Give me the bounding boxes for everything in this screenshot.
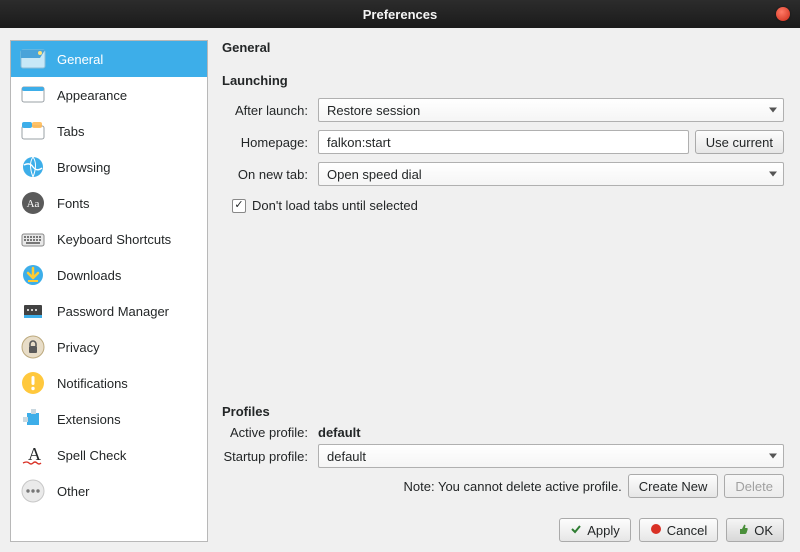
new-tab-value: Open speed dial bbox=[327, 167, 422, 182]
page-title: General bbox=[222, 40, 784, 55]
sidebar-item-fonts[interactable]: Aa Fonts bbox=[11, 185, 207, 221]
chevron-down-icon bbox=[769, 454, 777, 459]
svg-text:A: A bbox=[28, 444, 41, 464]
sidebar-item-privacy[interactable]: Privacy bbox=[11, 329, 207, 365]
svg-text:Aa: Aa bbox=[27, 198, 40, 210]
startup-profile-select[interactable]: default bbox=[318, 444, 784, 468]
stop-icon bbox=[650, 523, 662, 538]
sidebar-item-general[interactable]: General bbox=[11, 41, 207, 77]
after-launch-label: After launch: bbox=[222, 103, 318, 118]
fonts-icon: Aa bbox=[19, 189, 47, 217]
content: General Appearance Tabs Browsing Aa Font… bbox=[0, 28, 800, 552]
globe-icon bbox=[19, 153, 47, 181]
cancel-button[interactable]: Cancel bbox=[639, 518, 718, 542]
sidebar-item-downloads[interactable]: Downloads bbox=[11, 257, 207, 293]
sidebar-item-label: Extensions bbox=[57, 412, 121, 427]
downloads-icon bbox=[19, 261, 47, 289]
notifications-icon bbox=[19, 369, 47, 397]
privacy-icon bbox=[19, 333, 47, 361]
chevron-down-icon bbox=[769, 172, 777, 177]
sidebar-item-spellcheck[interactable]: A Spell Check bbox=[11, 437, 207, 473]
close-icon[interactable] bbox=[776, 7, 790, 21]
profiles-title: Profiles bbox=[222, 404, 784, 419]
lazy-tabs-checkbox[interactable]: ✓ bbox=[232, 199, 246, 213]
sidebar-item-label: Tabs bbox=[57, 124, 84, 139]
sidebar-item-extensions[interactable]: Extensions bbox=[11, 401, 207, 437]
thumbs-up-icon bbox=[737, 523, 749, 538]
create-new-button[interactable]: Create New bbox=[628, 474, 719, 498]
sidebar-item-label: Other bbox=[57, 484, 90, 499]
sidebar-item-label: Browsing bbox=[57, 160, 110, 175]
tabs-icon bbox=[19, 117, 47, 145]
startup-profile-value: default bbox=[327, 449, 366, 464]
new-tab-label: On new tab: bbox=[222, 167, 318, 182]
sidebar-item-browsing[interactable]: Browsing bbox=[11, 149, 207, 185]
other-icon bbox=[19, 477, 47, 505]
after-launch-select[interactable]: Restore session bbox=[318, 98, 784, 122]
sidebar-item-other[interactable]: Other bbox=[11, 473, 207, 509]
sidebar-item-keyboard[interactable]: Keyboard Shortcuts bbox=[11, 221, 207, 257]
sidebar-item-label: Spell Check bbox=[57, 448, 126, 463]
checkmark-icon bbox=[570, 523, 582, 538]
general-icon bbox=[19, 45, 47, 73]
new-tab-select[interactable]: Open speed dial bbox=[318, 162, 784, 186]
launching-title: Launching bbox=[222, 73, 784, 88]
sidebar-item-password[interactable]: Password Manager bbox=[11, 293, 207, 329]
active-profile-value: default bbox=[318, 425, 361, 440]
sidebar-item-appearance[interactable]: Appearance bbox=[11, 77, 207, 113]
password-icon bbox=[19, 297, 47, 325]
sidebar-item-tabs[interactable]: Tabs bbox=[11, 113, 207, 149]
homepage-value: falkon:start bbox=[327, 135, 391, 150]
chevron-down-icon bbox=[769, 108, 777, 113]
window-title: Preferences bbox=[363, 7, 437, 22]
spell-icon: A bbox=[19, 441, 47, 469]
extensions-icon bbox=[19, 405, 47, 433]
sidebar-item-label: Password Manager bbox=[57, 304, 169, 319]
sidebar-item-label: Notifications bbox=[57, 376, 128, 391]
active-profile-label: Active profile: bbox=[222, 425, 318, 440]
use-current-button[interactable]: Use current bbox=[695, 130, 784, 154]
sidebar: General Appearance Tabs Browsing Aa Font… bbox=[10, 40, 208, 542]
sidebar-item-label: Downloads bbox=[57, 268, 121, 283]
sidebar-item-label: General bbox=[57, 52, 103, 67]
startup-profile-label: Startup profile: bbox=[222, 449, 318, 464]
main-panel: General Launching After launch: Restore … bbox=[216, 40, 790, 542]
after-launch-value: Restore session bbox=[327, 103, 420, 118]
appearance-icon bbox=[19, 81, 47, 109]
sidebar-item-label: Keyboard Shortcuts bbox=[57, 232, 171, 247]
sidebar-item-label: Privacy bbox=[57, 340, 100, 355]
check-icon: ✓ bbox=[234, 200, 243, 211]
keyboard-icon bbox=[19, 225, 47, 253]
footer-buttons: Apply Cancel OK bbox=[559, 518, 784, 542]
apply-button[interactable]: Apply bbox=[559, 518, 631, 542]
homepage-label: Homepage: bbox=[222, 135, 318, 150]
profiles-block: Profiles Active profile: default Startup… bbox=[222, 394, 784, 498]
ok-button[interactable]: OK bbox=[726, 518, 784, 542]
titlebar: Preferences bbox=[0, 0, 800, 28]
lazy-tabs-label: Don't load tabs until selected bbox=[252, 198, 418, 213]
sidebar-item-label: Appearance bbox=[57, 88, 127, 103]
delete-button[interactable]: Delete bbox=[724, 474, 784, 498]
sidebar-item-notifications[interactable]: Notifications bbox=[11, 365, 207, 401]
profiles-note: Note: You cannot delete active profile. bbox=[404, 479, 622, 494]
sidebar-item-label: Fonts bbox=[57, 196, 90, 211]
homepage-field[interactable]: falkon:start bbox=[318, 130, 689, 154]
